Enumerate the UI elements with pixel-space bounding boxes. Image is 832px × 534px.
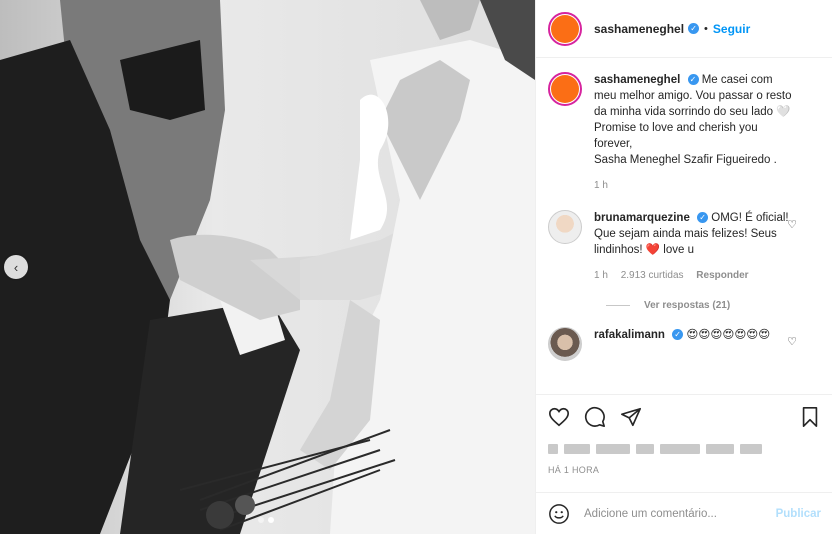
divider-line — [606, 305, 630, 306]
comments-list[interactable]: sashameneghel ✓ Me casei com meu melhor … — [536, 58, 832, 394]
carousel-dot — [258, 517, 264, 523]
obscured-content — [564, 444, 590, 454]
caption-tail: Sasha Meneghel Szafir Figueiredo . — [594, 154, 777, 166]
comment-row: rafakalimann ✓ 😍😍😍😍😍😍😍 ♡ — [548, 327, 821, 361]
caption-meta: 1 h — [594, 178, 794, 194]
comment-icon[interactable] — [584, 406, 606, 428]
obscured-content — [740, 444, 762, 454]
instagram-post: ‹ sashameneghel ✓ • Seguir sashameneghel… — [0, 0, 832, 534]
comment-row: brunamarquezine ✓ OMG! É oficial! Que se… — [548, 210, 821, 284]
chevron-left-icon: ‹ — [13, 259, 19, 275]
post-photo[interactable]: ‹ — [0, 0, 535, 534]
comment-like-heart-icon[interactable]: ♡ — [787, 218, 797, 231]
comment-meta: 1 h 2.913 curtidas Responder — [594, 268, 794, 284]
add-comment-bar: Adicione um comentário... Publicar — [536, 492, 832, 534]
comment-likes[interactable]: 2.913 curtidas — [621, 270, 684, 281]
share-icon[interactable] — [620, 406, 642, 428]
header-separator: • — [704, 22, 708, 35]
follow-button[interactable]: Seguir — [713, 22, 750, 36]
emoji-icon[interactable] — [548, 503, 570, 525]
carousel-indicator — [258, 517, 274, 523]
bookmark-icon[interactable] — [799, 406, 821, 428]
commenter-avatar[interactable] — [548, 210, 582, 244]
caption-time[interactable]: 1 h — [594, 180, 608, 191]
caption-username[interactable]: sashameneghel — [594, 74, 680, 86]
author-avatar[interactable] — [548, 11, 582, 46]
author-avatar-image — [551, 14, 579, 43]
post-header: sashameneghel ✓ • Seguir — [536, 0, 832, 58]
photo-scene — [0, 0, 535, 534]
comment-like-heart-icon[interactable]: ♡ — [787, 335, 797, 348]
view-replies-button[interactable]: Ver respostas (21) — [606, 300, 821, 311]
post-side-panel: sashameneghel ✓ • Seguir sashameneghel ✓… — [535, 0, 832, 534]
comment-body: 😍😍😍😍😍😍😍 — [686, 329, 771, 341]
caption-author-avatar[interactable] — [548, 72, 582, 106]
publish-button[interactable]: Publicar — [776, 508, 821, 520]
caption-author-avatar-image — [551, 75, 579, 103]
author-username[interactable]: sashameneghel — [594, 22, 684, 36]
verified-badge-icon: ✓ — [687, 74, 699, 86]
action-icons — [548, 403, 821, 431]
caption-text: sashameneghel ✓ Me casei com meu melhor … — [594, 72, 794, 194]
commenter-username[interactable]: rafakalimann — [594, 329, 665, 341]
post-time-ago[interactable]: HÁ 1 HORA — [548, 465, 821, 475]
verified-badge-icon: ✓ — [697, 212, 709, 224]
comment-text: brunamarquezine ✓ OMG! É oficial! Que se… — [594, 210, 794, 284]
reply-button[interactable]: Responder — [696, 270, 748, 281]
comment-time[interactable]: 1 h — [594, 270, 608, 281]
obscured-content — [548, 444, 558, 454]
caption-row: sashameneghel ✓ Me casei com meu melhor … — [548, 72, 821, 194]
previous-photo-button[interactable]: ‹ — [4, 255, 28, 279]
carousel-dot-active — [268, 517, 274, 523]
comment-text: rafakalimann ✓ 😍😍😍😍😍😍😍 — [594, 327, 794, 343]
verified-badge-icon: ✓ — [672, 329, 684, 341]
obscured-content — [636, 444, 654, 454]
comment-input[interactable]: Adicione um comentário... — [584, 508, 776, 520]
obscured-content — [596, 444, 630, 454]
obscured-content — [660, 444, 700, 454]
view-replies-label: Ver respostas (21) — [644, 300, 731, 311]
likes-summary-obscured — [548, 439, 821, 459]
commenter-username[interactable]: brunamarquezine — [594, 212, 690, 224]
heart-icon[interactable] — [548, 406, 570, 428]
verified-badge-icon: ✓ — [688, 23, 700, 34]
commenter-avatar[interactable] — [548, 327, 582, 361]
obscured-content — [706, 444, 734, 454]
post-actions: HÁ 1 HORA — [536, 394, 832, 475]
